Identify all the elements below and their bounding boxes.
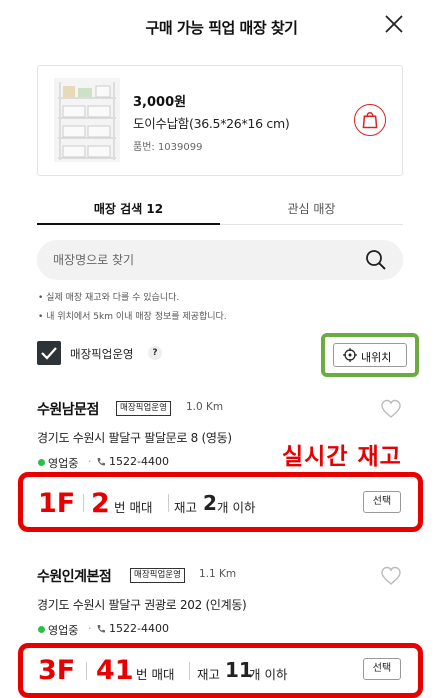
my-location-highlight: 내위치 [321,333,419,377]
store-status: 영업중 [48,457,79,470]
my-location-label: 내위치 [361,351,392,364]
active-tab-indicator [37,223,220,225]
search-input[interactable] [53,240,353,280]
product-name: 도이수납함(36.5*26*16 cm) [133,116,290,131]
store-name: 수원남문점 [37,402,99,418]
store-name: 수원인계본점 [37,569,112,585]
stock-label: 재고 [174,500,198,515]
search-icon[interactable] [365,249,387,271]
store-distance: 1.1 Km [199,568,237,580]
shelf-number: 41 [96,655,134,686]
checkmark-icon [41,347,57,360]
stock-label: 재고 [197,667,221,682]
stock-unit: 개 이하 [217,500,256,515]
select-store-button[interactable]: 선택 [363,658,401,680]
stock-floor: 3F [38,655,76,686]
product-price: 3,000원 [133,95,187,110]
separator: · [88,455,92,468]
divider [86,662,87,680]
realtime-stock-annotation: 실시간 재고 [282,444,402,470]
stock-info-highlight: 1F 2 번 매대 재고 2 개 이하 선택 [18,472,423,532]
store-phone[interactable]: 1522-4400 [109,622,169,635]
divider [189,662,190,680]
status-indicator [38,626,45,633]
heart-icon[interactable] [380,399,402,419]
phone-icon [97,625,105,633]
select-store-button[interactable]: 선택 [363,491,401,513]
store-distance: 1.0 Km [186,401,224,413]
notice-list: 실제 매장 재고와 다를 수 있습니다. 내 위치에서 5km 이내 매장 정보… [38,289,227,327]
notice-item: 실제 매장 재고와 다를 수 있습니다. [38,289,227,308]
header: 구매 가능 픽업 매장 찾기 [0,0,443,56]
shelf-number: 2 [91,488,110,519]
tab-store-search[interactable]: 매장 검색 12 [37,200,220,217]
tab-favorite-stores[interactable]: 관심 매장 [220,200,403,217]
shelf-unit: 번 매대 [114,500,153,515]
shelf-unit: 번 매대 [136,667,175,682]
divider [83,494,84,512]
product-image [54,78,120,162]
separator: · [88,622,92,635]
stock-quantity: 2 [203,491,217,515]
divider [168,494,169,512]
product-card: 3,000원 도이수납함(36.5*26*16 cm) 품번: 1039099 [37,65,403,176]
phone-icon [97,458,105,466]
shopping-bag-icon[interactable] [354,104,386,136]
pickup-badge: 매장픽업운영 [130,568,185,583]
page-title: 구매 가능 픽업 매장 찾기 [145,19,298,37]
store-address: 경기도 수원시 팔달구 권광로 202 (인계동) [37,598,247,612]
pickup-badge: 매장픽업운영 [116,401,171,416]
store-status: 영업중 [48,624,79,637]
pickup-filter-label: 매장픽업운영 [70,347,134,361]
notice-item: 내 위치에서 5km 이내 매장 정보를 제공합니다. [38,308,227,327]
tab-bar: 매장 검색 12 관심 매장 [37,193,403,225]
stock-info-highlight: 3F 41 번 매대 재고 11 개 이하 선택 [18,643,423,698]
help-icon[interactable]: ? [148,346,162,360]
store-phone[interactable]: 1522-4400 [109,455,169,468]
my-location-button[interactable]: 내위치 [333,343,407,367]
crosshair-icon [343,348,357,362]
product-code: 품번: 1039099 [133,142,203,153]
search-box [37,240,403,280]
store-address: 경기도 수원시 팔달구 팔달문로 8 (영동) [37,431,232,445]
pickup-filter-checkbox[interactable] [37,341,61,365]
status-indicator [38,459,45,466]
stock-unit: 개 이하 [249,667,288,682]
stock-floor: 1F [38,488,76,519]
close-icon[interactable] [383,13,405,35]
heart-icon[interactable] [380,566,402,586]
